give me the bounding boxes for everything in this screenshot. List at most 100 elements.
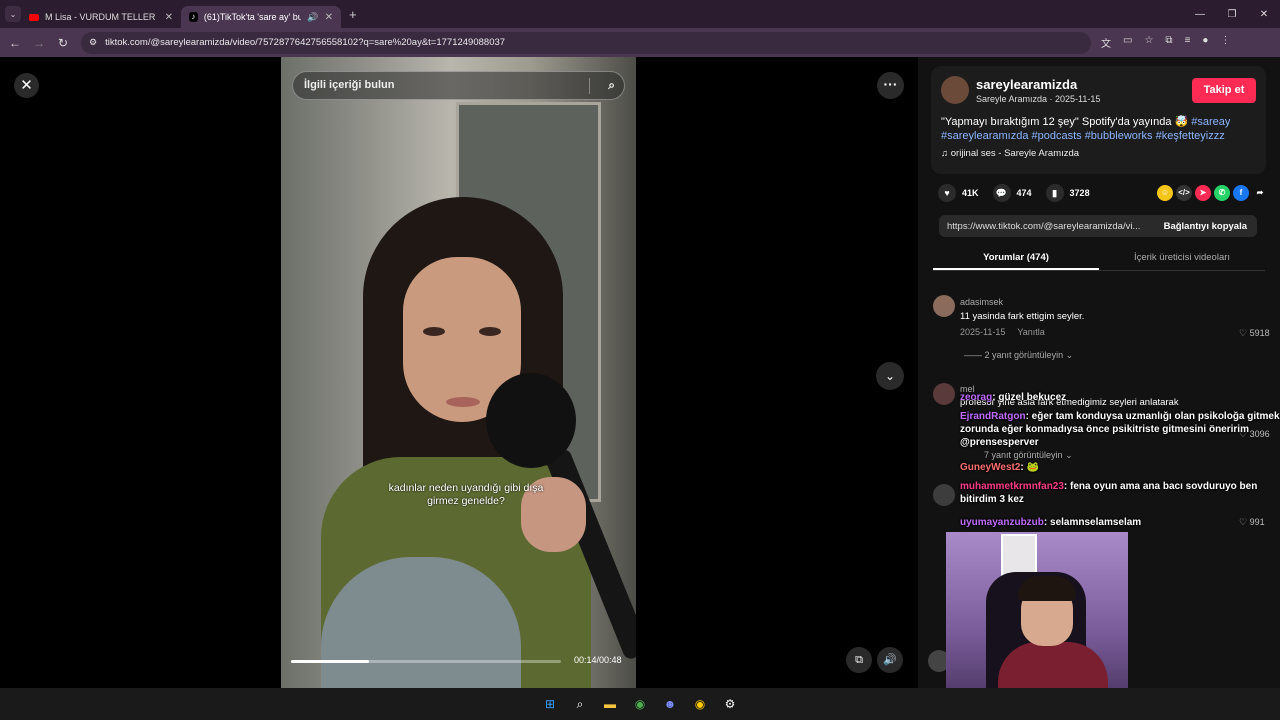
related-search-input[interactable]: İlgili içeriği bulun ⌕ [292, 71, 625, 100]
commenter-avatar[interactable] [933, 383, 955, 405]
commenter-avatar[interactable] [933, 484, 955, 506]
replies-text: 7 yanıt görüntüleyin [984, 450, 1063, 460]
search-placeholder: İlgili içeriği bulun [304, 79, 395, 91]
tiktok-icon: ♪ [189, 12, 198, 22]
chat-message: muhammetkrmnfan23: fena oyun ama ana bac… [960, 480, 1280, 506]
site-info-icon[interactable]: ⚙ [89, 37, 97, 48]
audio-icon[interactable]: 🔊 [307, 12, 318, 23]
follow-button[interactable]: Takip et [1192, 78, 1256, 103]
search-icon[interactable]: ⌕ [570, 694, 590, 714]
music-label[interactable]: ♫ orijinal ses - Sareyle Aramızda [941, 148, 1079, 159]
save-action[interactable]: ▮ 3728 [1045, 184, 1090, 202]
comment-text: 11 yasinda fark ettigim seyler. [960, 311, 1085, 322]
tab-title: M Lisa - VURDUM TELLERINE - [45, 12, 155, 22]
video-microphone [486, 373, 576, 468]
commenter-avatar[interactable] [933, 295, 955, 317]
chat-message: EjrandRatgon: eğer tam konduysa uzmanlığ… [960, 410, 1280, 449]
video-time: 00:14/00:48 [574, 655, 622, 665]
bookmark-star-icon[interactable]: ☆ [1144, 35, 1153, 50]
extensions-icon[interactable]: ⧉ [1165, 35, 1172, 50]
view-replies-button[interactable]: 7 yanıt görüntüleyin ⌄ [984, 450, 1073, 461]
action-bar: ♥ 41K 💬 474 ▮ 3728 ☺ </> ➤ ✆ f ➦ [938, 183, 1268, 203]
volume-button[interactable]: 🔊 [877, 647, 903, 673]
creator-username[interactable]: sareylearamizda [976, 77, 1077, 92]
toolbar-icons: 文 ▭ ☆ ⧉ ≡ ● ⋮ [1101, 35, 1230, 50]
video-caption: kadınlar neden uyandığı gibi dışa girmez… [388, 482, 544, 507]
like-action[interactable]: ♥ 41K [938, 184, 979, 202]
chat-text: : selamnselamselam [1043, 517, 1142, 528]
minimize-icon[interactable]: — [1184, 9, 1216, 20]
post-link[interactable]: https://www.tiktok.com/@sareylearamizda/… [939, 221, 1154, 232]
close-tab-icon[interactable]: ✕ [165, 12, 173, 23]
copy-link-button[interactable]: Bağlantıyı kopyala [1164, 221, 1257, 232]
share-arrow-icon[interactable]: ➦ [1252, 185, 1268, 201]
chat-message: GuneyWest2: 🐸 [960, 461, 1280, 474]
creator-avatar[interactable] [941, 76, 969, 104]
next-video-button[interactable]: ⌄ [876, 362, 904, 390]
tab-comments[interactable]: Yorumlar (474) [933, 247, 1099, 270]
cast-icon[interactable]: ▭ [1123, 35, 1132, 50]
menu-icon[interactable]: ⋮ [1220, 35, 1230, 50]
replies-text: 2 yanıt görüntüleyin [984, 350, 1064, 360]
comment-like[interactable]: ♡ 5918 [1239, 328, 1270, 339]
video-player[interactable]: kadınlar neden uyandığı gibi dışa girmez… [281, 57, 636, 688]
creator-subline: Sareyle Aramızda · 2025-11-15 [976, 94, 1101, 104]
new-tab-button[interactable]: + [349, 7, 357, 22]
video-progress-bar[interactable] [291, 660, 561, 663]
file-explorer-icon[interactable]: ▬ [600, 694, 620, 714]
tab-creator-videos[interactable]: İçerik üreticisi videoları [1099, 247, 1265, 270]
app-icon[interactable]: ⚙ [720, 694, 740, 714]
youtube-icon [29, 13, 39, 21]
profile-avatar[interactable]: ● [1202, 35, 1208, 50]
view-replies-button[interactable]: —— 2 yanıt görüntüleyin ⌄ [964, 350, 1073, 361]
close-tab-icon[interactable]: ✕ [325, 12, 333, 23]
floating-player-button[interactable]: ⧉ [846, 647, 872, 673]
windows-start-icon[interactable]: ⊞ [540, 694, 560, 714]
url-field[interactable]: ⚙ tiktok.com/@sareylearamizda/video/7572… [81, 31, 1091, 54]
windows-taskbar: ⊞ ⌕ ▬ ◉ ☻ ◉ ⚙ [0, 688, 1280, 720]
save-count: 3728 [1069, 188, 1090, 198]
chrome-icon[interactable]: ◉ [630, 694, 650, 714]
tab-tiktok[interactable]: ♪ (61)TikTok'ta 'sare ay' bulab 🔊 ✕ [181, 6, 341, 28]
chrome-icon[interactable]: ◉ [690, 694, 710, 714]
chat-username: zeorag [960, 392, 993, 403]
media-icon[interactable]: ≡ [1185, 35, 1191, 50]
more-options-button[interactable]: ··· [877, 72, 904, 99]
back-icon[interactable]: ← [3, 36, 27, 50]
chat-message: uyumayanzubzub: selamnselamselam [960, 516, 1280, 529]
restore-icon[interactable]: ❐ [1216, 9, 1248, 20]
tab-search-button[interactable]: ⌄ [5, 6, 21, 22]
post-description: "Yapmayı bıraktığım 12 şey" Spotify'da y… [941, 115, 1261, 143]
emoji-share-icon[interactable]: ☺ [1157, 185, 1173, 201]
chat-username: EjrandRatgon [960, 411, 1026, 422]
divider [589, 78, 590, 94]
close-video-button[interactable]: ✕ [14, 73, 39, 98]
url-text: tiktok.com/@sareylearamizda/video/757287… [105, 37, 506, 48]
reload-icon[interactable]: ↻ [51, 36, 75, 50]
facebook-icon[interactable]: f [1233, 185, 1249, 201]
description-text: "Yapmayı bıraktığım 12 şey" Spotify'da y… [941, 116, 1189, 128]
translate-icon[interactable]: 文 [1101, 35, 1111, 50]
search-icon[interactable]: ⌕ [608, 72, 615, 99]
tab-youtube[interactable]: M Lisa - VURDUM TELLERINE - ✕ [21, 6, 181, 28]
video-lips [446, 397, 480, 407]
chat-username: uyumayanzubzub [960, 517, 1044, 528]
send-icon[interactable]: ➤ [1195, 185, 1211, 201]
reply-button[interactable]: Yanıtla [1017, 327, 1044, 337]
embed-icon[interactable]: </> [1176, 185, 1192, 201]
tab-title: (61)TikTok'ta 'sare ay' bulab [203, 12, 302, 22]
comment-count: 474 [1016, 188, 1032, 198]
video-viewer: ✕ kadınlar neden uyandığı gibi dışa girm… [0, 57, 918, 688]
heart-icon: ♥ [938, 184, 956, 202]
whatsapp-icon[interactable]: ✆ [1214, 185, 1230, 201]
forward-icon[interactable]: → [27, 36, 51, 50]
comment-username[interactable]: adasimsek [960, 297, 1084, 307]
comment-icon: 💬 [992, 184, 1011, 202]
comment-action[interactable]: 💬 474 [992, 184, 1032, 202]
comment-date: 2025-11-15 [960, 327, 1006, 337]
comment-meta: 2025-11-15 Yanıtla [960, 327, 1084, 337]
close-window-icon[interactable]: ✕ [1248, 9, 1280, 20]
progress-fill [291, 660, 370, 663]
bookmark-icon: ▮ [1045, 184, 1064, 202]
discord-icon[interactable]: ☻ [660, 694, 680, 714]
